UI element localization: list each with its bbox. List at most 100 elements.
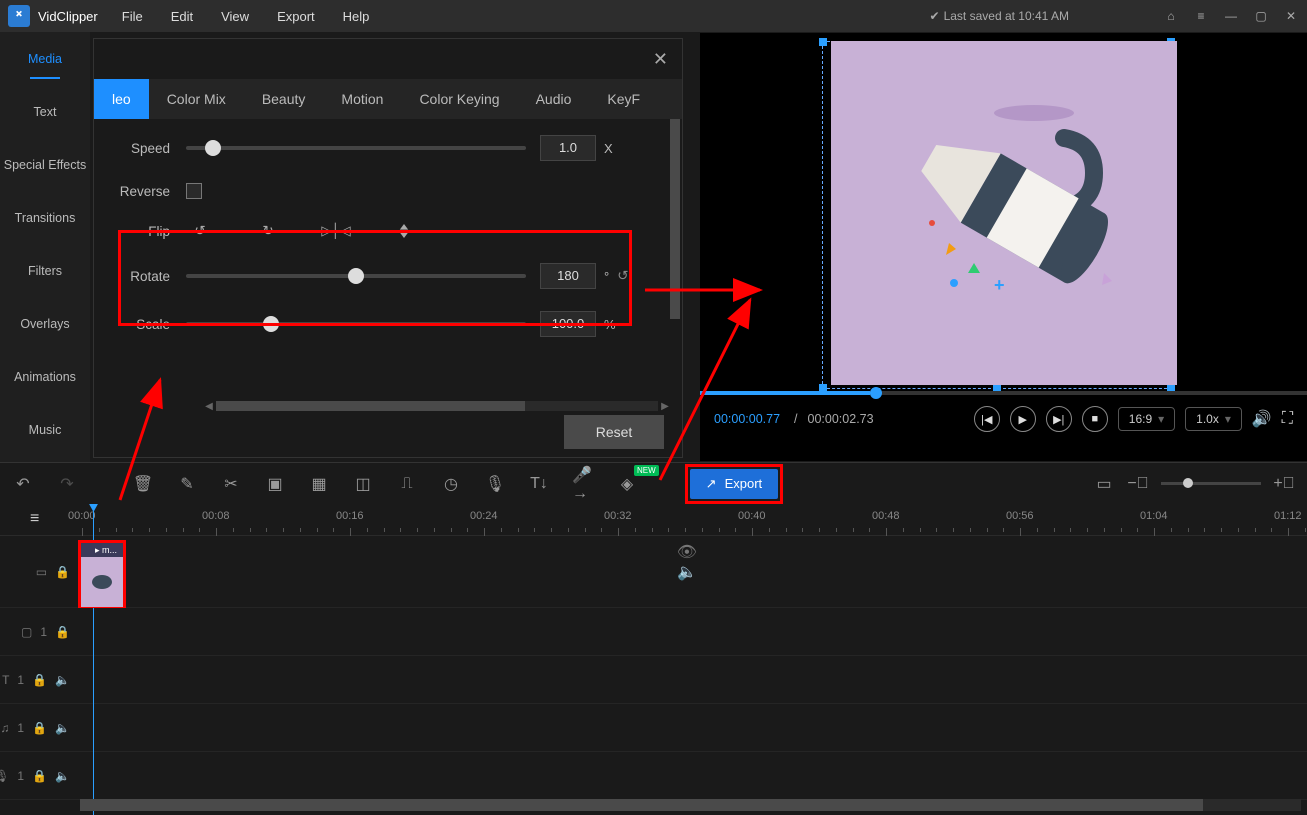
sidebar-tab-media[interactable]: Media (0, 32, 90, 85)
menu-edit[interactable]: Edit (171, 9, 193, 24)
scale-slider[interactable] (186, 322, 526, 326)
rotate-ccw-icon[interactable]: ↺ (190, 221, 210, 241)
lock-icon[interactable]: 🔒 (32, 721, 47, 735)
tab-video[interactable]: leo (94, 79, 149, 119)
panel-vertical-scrollbar[interactable] (670, 119, 680, 319)
sidebar-tab-transitions[interactable]: Transitions (0, 191, 90, 244)
fullscreen-icon[interactable]: ⛶ (1282, 410, 1293, 428)
timeline-clip[interactable]: ▸ m... (78, 540, 126, 608)
sidebar-tab-animations[interactable]: Animations (0, 350, 90, 403)
preview-scrubber[interactable] (700, 391, 1307, 395)
rotate-value[interactable]: 180 (540, 263, 596, 289)
hamburger-icon[interactable]: ≡ (1193, 8, 1209, 24)
speed-value[interactable]: 1.0 (540, 135, 596, 161)
menu-view[interactable]: View (221, 9, 249, 24)
flip-label: Flip (112, 224, 170, 239)
rotate-reset-icon[interactable]: ↺ (617, 268, 628, 284)
ruler-label: 01:12 (1274, 510, 1302, 522)
scale-value[interactable]: 100.0 (540, 311, 596, 337)
next-frame-button[interactable]: ▶| (1046, 406, 1072, 432)
menu-export[interactable]: Export (277, 9, 315, 24)
aspect-ratio-selector[interactable]: 16:9▾ (1118, 407, 1175, 431)
volume-icon[interactable]: 🔊 (1252, 409, 1272, 429)
play-button[interactable]: ▶ (1010, 406, 1036, 432)
mute-icon[interactable]: 🔈 (55, 673, 70, 687)
rotate-cw-icon[interactable]: ↻ (258, 221, 278, 241)
minimize-button[interactable]: — (1223, 8, 1239, 24)
tab-color-keying[interactable]: Color Keying (401, 79, 517, 119)
sidebar-tab-filters[interactable]: Filters (0, 244, 90, 297)
split-icon[interactable]: ✂ (220, 473, 242, 495)
tab-color-mix[interactable]: Color Mix (149, 79, 244, 119)
text-track[interactable]: T1🔒🔈 (0, 656, 1307, 704)
timeline-horizontal-scrollbar[interactable] (80, 799, 1301, 811)
text-to-speech-icon[interactable]: T↓ (528, 473, 550, 495)
ai-tool-icon[interactable]: ◈ (616, 473, 638, 495)
audio-track[interactable]: ♫1🔒🔈 (0, 704, 1307, 752)
visibility-icon[interactable]: 👁 (677, 542, 697, 562)
undo-icon[interactable]: ↶ (12, 473, 34, 495)
flip-vertical-icon[interactable] (394, 221, 414, 241)
reverse-label: Reverse (112, 184, 170, 199)
check-icon: ✔ (930, 9, 940, 23)
text-track-icon: T (2, 673, 9, 687)
tab-beauty[interactable]: Beauty (244, 79, 324, 119)
mute-icon[interactable]: 🔈 (55, 769, 70, 783)
export-button[interactable]: ↗ Export (690, 469, 778, 499)
voiceover-track[interactable]: 🎙1🔒🔈 (0, 752, 1307, 800)
tab-keyframe[interactable]: KeyF (589, 79, 658, 119)
stop-button[interactable]: ■ (1082, 406, 1108, 432)
duration-icon[interactable]: ◷ (440, 473, 462, 495)
zoom-slider[interactable] (1161, 482, 1261, 485)
close-button[interactable]: ✕ (1283, 8, 1299, 24)
mosaic-icon[interactable]: ▦ (308, 473, 330, 495)
ruler-label: 00:00 (68, 510, 96, 522)
sidebar-tab-text[interactable]: Text (0, 85, 90, 138)
sidebar-tab-music[interactable]: Music (0, 403, 90, 456)
panel-horizontal-scrollbar[interactable]: ◀▶ (202, 399, 672, 413)
redo-icon[interactable]: ↷ (56, 473, 78, 495)
rotate-slider[interactable] (186, 274, 526, 278)
playback-speed-selector[interactable]: 1.0x▾ (1185, 407, 1242, 431)
home-icon[interactable]: ⌂ (1163, 8, 1179, 24)
sidebar-tab-overlays[interactable]: Overlays (0, 297, 90, 350)
reverse-checkbox[interactable] (186, 183, 202, 199)
fit-timeline-icon[interactable]: ▭ (1093, 473, 1115, 495)
overlay-track-icon: ▢ (21, 625, 32, 639)
ruler-label: 00:56 (1006, 510, 1034, 522)
sidebar-tab-special-effects[interactable]: Special Effects (0, 138, 90, 191)
timeline-ruler[interactable]: ≡ 00:0000:0800:1600:2400:3200:4000:4800:… (0, 504, 1307, 536)
speech-to-text-icon[interactable]: 🎤→ (572, 473, 594, 495)
edit-icon[interactable]: ✎ (176, 473, 198, 495)
speed-slider[interactable] (186, 146, 526, 150)
tab-motion[interactable]: Motion (323, 79, 401, 119)
video-track-1[interactable]: ▭🔒 👁 🔈 (0, 536, 1307, 608)
menu-help[interactable]: Help (343, 9, 370, 24)
panel-close-icon[interactable]: ✕ (653, 49, 668, 70)
pip-icon[interactable]: ◫ (352, 473, 374, 495)
rotate-label: Rotate (112, 269, 170, 284)
prev-frame-button[interactable]: |◀ (974, 406, 1000, 432)
menu-file[interactable]: File (122, 9, 143, 24)
overlay-track[interactable]: ▢1🔒 (0, 608, 1307, 656)
adjust-icon[interactable]: ⎍ (396, 473, 418, 495)
zoom-out-icon[interactable]: −⃝ (1127, 473, 1149, 495)
mute-icon[interactable]: 🔈 (677, 562, 697, 582)
tab-audio[interactable]: Audio (518, 79, 590, 119)
zoom-in-icon[interactable]: +⃝ (1273, 473, 1295, 495)
delete-icon[interactable]: 🗑 (132, 473, 154, 495)
lock-icon[interactable]: 🔒 (55, 565, 70, 579)
lock-icon[interactable]: 🔒 (32, 673, 47, 687)
lock-icon[interactable]: 🔒 (32, 769, 47, 783)
reset-button[interactable]: Reset (564, 415, 664, 449)
voiceover-icon[interactable]: 🎙 (484, 473, 506, 495)
mute-icon[interactable]: 🔈 (55, 721, 70, 735)
lock-icon[interactable]: 🔒 (55, 625, 70, 639)
crop-icon[interactable]: ▣ (264, 473, 286, 495)
preview-frame[interactable]: + (831, 41, 1177, 385)
export-icon: ↗ (706, 476, 717, 492)
flip-horizontal-icon[interactable]: ▷│◁ (326, 221, 346, 241)
timeline-menu-icon[interactable]: ≡ (30, 510, 39, 528)
maximize-button[interactable]: ▢ (1253, 8, 1269, 24)
app-name: VidClipper (38, 9, 98, 24)
